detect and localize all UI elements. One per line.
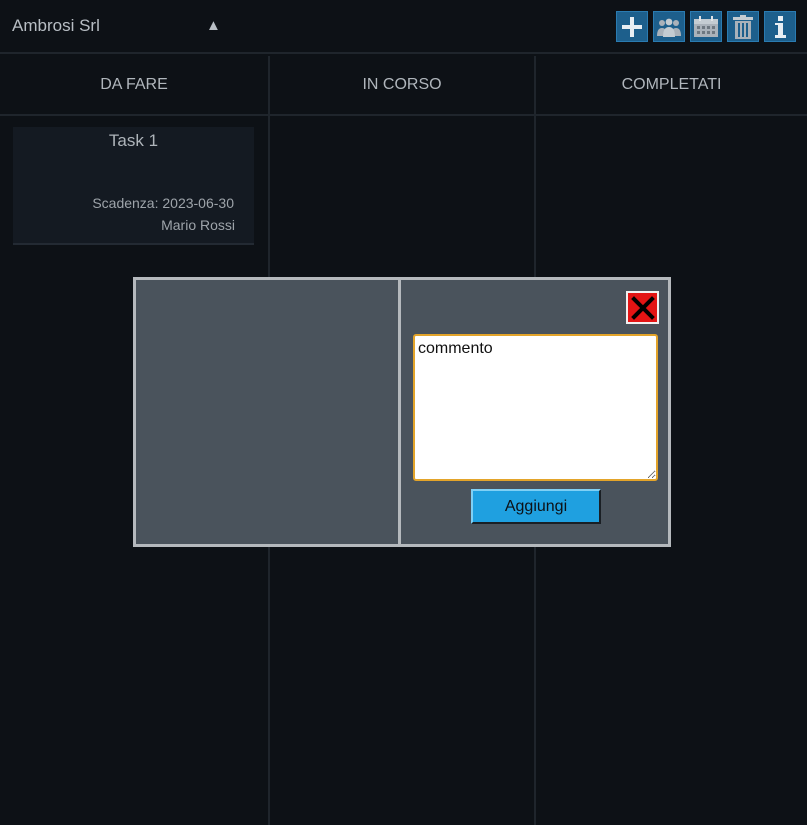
close-dialog-button[interactable] xyxy=(626,291,659,324)
task-title: Task 1 xyxy=(108,131,159,150)
dialog-divider xyxy=(398,280,401,544)
users-button[interactable] xyxy=(653,11,685,42)
delete-button[interactable] xyxy=(727,11,759,42)
columns-header: DA FARE IN CORSO COMPLETATI xyxy=(0,56,807,116)
task-due-date: Scadenza: 2023-06-30 xyxy=(92,195,234,211)
plus-icon xyxy=(622,16,642,37)
calendar-button[interactable] xyxy=(690,11,722,42)
task-card[interactable]: Task 1 Scadenza: 2023-06-30 Mario Rossi xyxy=(13,127,254,245)
calendar-icon xyxy=(694,15,718,37)
task-assignee: Mario Rossi xyxy=(161,217,235,233)
column-title-todo: DA FARE xyxy=(100,76,168,93)
company-dropdown-toggle[interactable]: ▲ xyxy=(206,17,221,34)
info-icon xyxy=(775,15,786,38)
column-title-done: COMPLETATI xyxy=(621,76,722,93)
column-title-in-progress: IN CORSO xyxy=(362,76,442,93)
users-icon xyxy=(657,18,681,37)
company-name: Ambrosi Srl xyxy=(12,16,100,35)
close-icon xyxy=(630,295,655,320)
info-button[interactable] xyxy=(764,11,796,42)
comment-input[interactable]: commento xyxy=(413,334,658,481)
trash-icon xyxy=(733,14,753,39)
comment-dialog: commento Aggiungi xyxy=(133,277,671,547)
add-task-button[interactable] xyxy=(616,11,648,42)
top-bar: Ambrosi Srl ▲ xyxy=(0,0,807,54)
add-comment-button[interactable]: Aggiungi xyxy=(471,489,601,524)
toolbar xyxy=(616,11,796,42)
